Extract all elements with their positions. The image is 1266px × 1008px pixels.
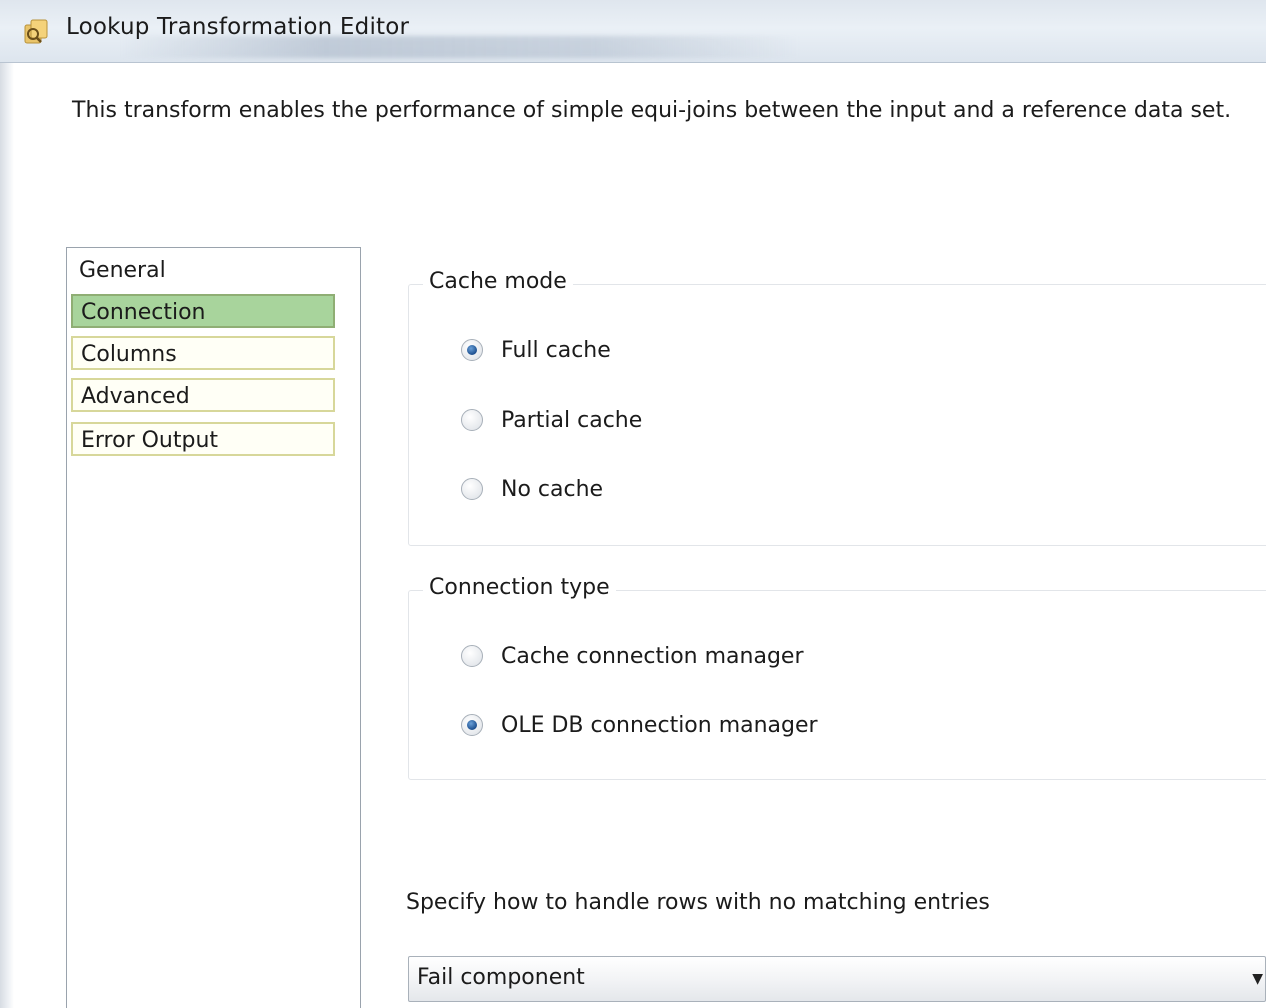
ole-db-connection-manager-label: OLE DB connection manager <box>501 712 818 738</box>
cache-mode-group: Cache mode Full cache Partial cache No c… <box>408 269 1266 546</box>
lookup-transform-icon <box>24 19 48 44</box>
no-match-handling-value: Fail component <box>417 965 585 990</box>
chevron-down-icon[interactable]: ▼ <box>1252 971 1263 987</box>
partial-cache-option[interactable]: Partial cache <box>461 405 642 435</box>
full-cache-radio[interactable] <box>461 339 483 361</box>
window-title: Lookup Transformation Editor <box>66 14 410 40</box>
partial-cache-radio[interactable] <box>461 409 483 431</box>
nav-item-connection[interactable]: Connection <box>71 294 335 328</box>
editor-nav-panel: General Connection Columns Advanced Erro… <box>66 247 361 1008</box>
no-match-handling-dropdown[interactable]: Fail component ▼ <box>408 956 1266 1002</box>
ole-db-connection-manager-option[interactable]: OLE DB connection manager <box>461 710 818 740</box>
nav-item-general[interactable]: General <box>71 254 335 288</box>
connection-type-legend: Connection type <box>423 575 616 600</box>
full-cache-label: Full cache <box>501 337 611 363</box>
window-frame-edge <box>0 60 14 1008</box>
cache-connection-manager-label: Cache connection manager <box>501 643 804 669</box>
full-cache-option[interactable]: Full cache <box>461 335 611 365</box>
cache-mode-legend: Cache mode <box>423 269 573 294</box>
no-cache-label: No cache <box>501 476 604 502</box>
title-bar[interactable]: Lookup Transformation Editor <box>0 0 1266 63</box>
nav-item-columns[interactable]: Columns <box>71 336 335 370</box>
connection-type-group: Connection type Cache connection manager… <box>408 575 1266 780</box>
no-match-handling-label: Specify how to handle rows with no match… <box>406 890 990 915</box>
nav-item-error-output[interactable]: Error Output <box>71 422 335 456</box>
ole-db-connection-manager-radio[interactable] <box>461 714 483 736</box>
cache-connection-manager-radio[interactable] <box>461 645 483 667</box>
cache-connection-manager-option[interactable]: Cache connection manager <box>461 641 804 671</box>
lookup-editor-window: Lookup Transformation Editor This transf… <box>0 0 1266 1008</box>
no-cache-option[interactable]: No cache <box>461 474 603 504</box>
partial-cache-label: Partial cache <box>501 407 643 433</box>
no-cache-radio[interactable] <box>461 478 483 500</box>
nav-item-advanced[interactable]: Advanced <box>71 378 335 412</box>
transform-description: This transform enables the performance o… <box>72 98 1232 123</box>
